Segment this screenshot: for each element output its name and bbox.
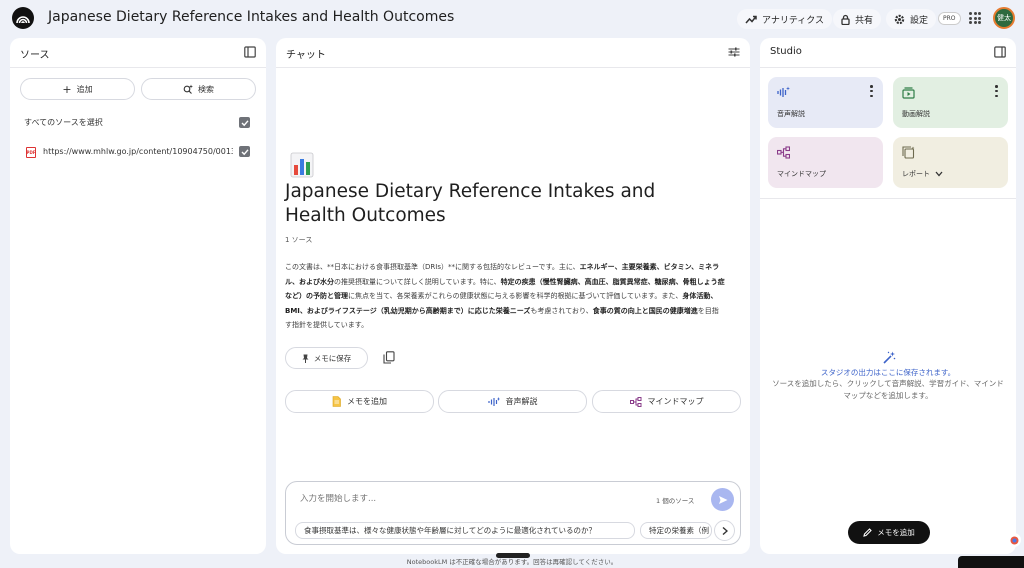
chat-panel: チャット Japanese Dietary Reference Intakes … xyxy=(276,38,750,554)
audio-overview-tile[interactable]: 音声解説 xyxy=(768,77,883,128)
mind-map-tile[interactable]: マインドマップ xyxy=(768,137,883,188)
add-source-button[interactable]: + 追加 xyxy=(20,78,135,100)
mind-map-icon xyxy=(777,146,790,159)
gear-icon xyxy=(894,14,905,24)
report-label: レポート xyxy=(902,170,930,178)
chevron-right-icon xyxy=(722,526,728,535)
studio-empty-title: スタジオの出力はここに保存されます。 xyxy=(820,368,956,377)
collapse-panel-icon[interactable] xyxy=(994,46,1006,58)
pencil-icon xyxy=(863,528,873,537)
suggestion-chip[interactable]: 特定の栄養素（例 xyxy=(640,522,712,539)
audio-overview-button[interactable]: 音声解説 xyxy=(438,390,587,413)
video-overview-tile-label: 動画解説 xyxy=(902,110,930,118)
mind-map-button[interactable]: マインドマップ xyxy=(592,390,741,413)
summary-emphasis: 食事の質の向上と国民の健康増進 xyxy=(592,306,698,315)
report-add-icon xyxy=(902,146,915,159)
composer-source-count: 1 個のソース xyxy=(656,497,695,505)
source-checkbox[interactable] xyxy=(239,146,250,157)
more-options-icon[interactable] xyxy=(995,85,998,97)
studio-panel-title: Studio xyxy=(770,46,802,57)
audio-overview-label: 音声解説 xyxy=(505,397,538,406)
share-label: 共有 xyxy=(855,15,874,26)
save-to-note-label: メモに保存 xyxy=(313,353,352,363)
add-note-button[interactable]: メモを追加 xyxy=(848,521,930,544)
magic-wand-icon xyxy=(883,351,896,364)
sources-panel-title: ソース xyxy=(20,50,50,61)
search-sources-button[interactable]: 検索 xyxy=(141,78,256,100)
send-button[interactable] xyxy=(711,488,734,511)
summary-text: も考慮されており、 xyxy=(530,306,593,315)
add-source-label: 追加 xyxy=(76,84,93,94)
apps-grid-icon[interactable] xyxy=(969,12,981,24)
source-url[interactable]: https://www.mhlw.go.jp/content/10904750/… xyxy=(43,147,233,156)
search-sources-label: 検索 xyxy=(198,84,214,94)
chat-composer: 1 個のソース 食事摂取基準は、様々な健康状態や年齢層に対してどのように最適化さ… xyxy=(285,481,741,545)
mind-map-label: マインドマップ xyxy=(647,397,704,406)
audio-waveform-icon xyxy=(777,86,790,97)
search-spark-icon xyxy=(183,84,193,94)
studio-panel-header: Studio xyxy=(760,38,1016,68)
chevron-down-icon[interactable] xyxy=(935,171,943,177)
summary-text: に焦点を当て、各栄養素がこれらの健康状態に与える影響を科学的根拠に基づいて評価し… xyxy=(348,292,683,300)
studio-divider xyxy=(760,198,1016,199)
check-icon xyxy=(241,148,249,155)
chat-panel-title: チャット xyxy=(286,50,326,61)
bar-chart-emoji-icon xyxy=(290,152,314,178)
share-button[interactable]: 共有 xyxy=(833,9,882,29)
studio-empty-description: ソースを追加したら、クリックして音声解説、学習ガイド、マインドマップなどを追加し… xyxy=(772,379,1004,400)
plus-icon: + xyxy=(62,82,72,96)
summary-text: この文書は、**日本における食事摂取基準（DRIs）**に関する包括的なレビュー… xyxy=(285,263,580,271)
sources-panel: ソース + 追加 検索 すべてのソースを選択 PDF https://www.m… xyxy=(10,38,266,554)
mind-map-icon xyxy=(629,396,641,407)
collapse-panel-icon[interactable] xyxy=(244,46,256,58)
report-tile[interactable]: レポート xyxy=(893,137,1008,188)
source-count: 1 ソース xyxy=(285,236,313,244)
audio-waveform-icon xyxy=(487,396,500,406)
add-note-label: メモを追加 xyxy=(877,528,915,537)
check-icon xyxy=(241,119,249,126)
save-to-note-button[interactable]: メモに保存 xyxy=(285,347,368,369)
notebooklm-logo-icon[interactable] xyxy=(12,7,34,29)
app-header: Japanese Dietary Reference Intakes and H… xyxy=(0,0,1024,38)
settings-label: 設定 xyxy=(910,15,929,26)
analytics-button[interactable]: アナリティクス xyxy=(737,9,833,29)
select-all-label: すべてのソースを選択 xyxy=(24,118,103,127)
more-options-icon[interactable] xyxy=(870,85,873,97)
video-overview-tile[interactable]: 動画解説 xyxy=(893,77,1008,128)
sources-panel-header: ソース xyxy=(10,38,266,68)
summary-text: の推奨摂取量について詳しく説明しています。特に、 xyxy=(334,277,501,286)
lock-icon xyxy=(841,14,850,25)
user-avatar[interactable]: 健太 xyxy=(993,7,1015,29)
pro-badge: PRO xyxy=(938,12,961,25)
settings-button[interactable]: 設定 xyxy=(886,9,937,29)
footer-disclaimer: NotebookLM は不正確な場合があります。回答は再確認してください。 xyxy=(406,558,618,566)
send-icon xyxy=(718,495,727,504)
pin-icon xyxy=(302,354,309,363)
mind-map-tile-label: マインドマップ xyxy=(777,170,826,178)
assistant-orb-icon[interactable] xyxy=(1007,533,1021,547)
report-tile-label: レポート xyxy=(902,169,943,179)
select-all-checkbox[interactable] xyxy=(239,117,250,128)
trending-up-icon xyxy=(745,15,757,23)
studio-panel: Studio 音声解説 動画解説 マインドマップ レポート スタジオの出力はここ… xyxy=(760,38,1016,554)
notebook-summary: この文書は、**日本における食事摂取基準（DRIs）**に関する包括的なレビュー… xyxy=(285,260,725,333)
notebook-title[interactable]: Japanese Dietary Reference Intakes and H… xyxy=(48,9,454,25)
chat-input[interactable] xyxy=(300,494,600,504)
copy-icon[interactable] xyxy=(383,351,395,364)
taskbar-fragment xyxy=(958,556,1024,568)
suggestion-chip[interactable]: 食事摂取基準は、様々な健康状態や年齢層に対してどのように最適化されているのか？ xyxy=(295,522,635,539)
chat-panel-header: チャット xyxy=(276,38,750,68)
tune-settings-icon[interactable] xyxy=(728,46,740,58)
video-slides-icon xyxy=(902,87,915,99)
analytics-label: アナリティクス xyxy=(762,15,825,26)
add-memo-label: メモを追加 xyxy=(347,397,387,406)
next-suggestions-button[interactable] xyxy=(714,520,735,541)
notebook-heading: Japanese Dietary Reference Intakes and H… xyxy=(285,181,656,226)
pdf-icon: PDF xyxy=(26,147,36,158)
document-icon xyxy=(332,396,341,407)
add-memo-button[interactable]: メモを追加 xyxy=(285,390,434,413)
audio-overview-tile-label: 音声解説 xyxy=(777,110,805,118)
